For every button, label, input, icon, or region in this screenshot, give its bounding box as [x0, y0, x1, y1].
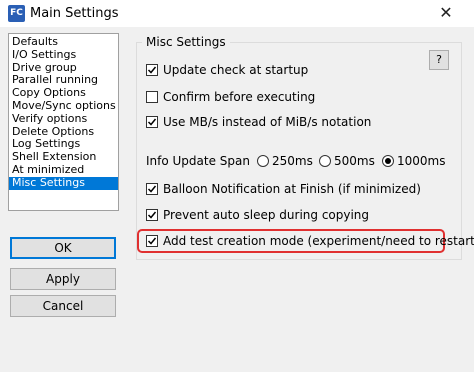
- balloon-checkbox[interactable]: [146, 183, 158, 195]
- confirm-execute-label: Confirm before executing: [163, 90, 316, 104]
- use-mb-checkbox[interactable]: [146, 116, 158, 128]
- category-item-move-sync-options[interactable]: Move/Sync options: [9, 100, 118, 113]
- ok-button[interactable]: OK: [10, 237, 116, 259]
- radio-1000ms-option[interactable]: 1000ms: [382, 153, 445, 169]
- radio-250ms-label: 250ms: [272, 154, 313, 168]
- update-check-checkbox[interactable]: [146, 64, 158, 76]
- category-item-misc-settings[interactable]: Misc Settings: [9, 176, 118, 190]
- prevent-sleep-label: Prevent auto sleep during copying: [163, 208, 370, 222]
- category-item-delete-options[interactable]: Delete Options: [9, 126, 118, 139]
- update-check-option[interactable]: Update check at startup: [146, 62, 308, 78]
- category-item-at-minimized[interactable]: At minimized: [9, 164, 118, 177]
- test-mode-checkbox[interactable]: [146, 235, 158, 247]
- category-item-verify-options[interactable]: Verify options: [9, 113, 118, 126]
- radio-500ms[interactable]: [319, 155, 331, 167]
- radio-500ms-label: 500ms: [334, 154, 375, 168]
- prevent-sleep-checkbox[interactable]: [146, 209, 158, 221]
- category-item-defaults[interactable]: Defaults: [9, 36, 118, 49]
- app-icon: FC: [8, 5, 25, 22]
- radio-1000ms[interactable]: [382, 155, 394, 167]
- group-title: Misc Settings: [142, 35, 230, 49]
- test-mode-label: Add test creation mode (experiment/need …: [163, 234, 474, 248]
- balloon-option[interactable]: Balloon Notification at Finish (if minim…: [146, 181, 421, 197]
- category-item-parallel-running[interactable]: Parallel running: [9, 74, 118, 87]
- dialog-client: Defaults I/O Settings Drive group Parall…: [0, 27, 474, 372]
- category-item-io-settings[interactable]: I/O Settings: [9, 49, 118, 62]
- category-item-copy-options[interactable]: Copy Options: [9, 87, 118, 100]
- category-item-log-settings[interactable]: Log Settings: [9, 138, 118, 151]
- category-item-shell-extension[interactable]: Shell Extension: [9, 151, 118, 164]
- radio-1000ms-label: 1000ms: [397, 154, 446, 168]
- confirm-execute-option[interactable]: Confirm before executing: [146, 89, 315, 105]
- close-icon[interactable]: ✕: [436, 3, 456, 23]
- radio-500ms-option[interactable]: 500ms: [319, 153, 375, 169]
- radio-250ms-option[interactable]: 250ms: [257, 153, 313, 169]
- title-bar: FC Main Settings ✕: [0, 0, 474, 27]
- confirm-execute-checkbox[interactable]: [146, 91, 158, 103]
- update-check-label: Update check at startup: [163, 63, 309, 77]
- prevent-sleep-option[interactable]: Prevent auto sleep during copying: [146, 207, 369, 223]
- cancel-button[interactable]: Cancel: [10, 295, 116, 317]
- info-update-span-label: Info Update Span: [146, 154, 250, 168]
- help-button[interactable]: ?: [429, 50, 449, 70]
- radio-250ms[interactable]: [257, 155, 269, 167]
- apply-button[interactable]: Apply: [10, 268, 116, 290]
- window-title: Main Settings: [30, 6, 119, 21]
- use-mb-label: Use MB/s instead of MiB/s notation: [163, 115, 372, 129]
- balloon-label: Balloon Notification at Finish (if minim…: [163, 182, 421, 196]
- test-mode-option[interactable]: Add test creation mode (experiment/need …: [146, 233, 474, 249]
- settings-category-list[interactable]: Defaults I/O Settings Drive group Parall…: [8, 33, 119, 211]
- category-item-drive-group[interactable]: Drive group: [9, 62, 118, 75]
- use-mb-option[interactable]: Use MB/s instead of MiB/s notation: [146, 114, 371, 130]
